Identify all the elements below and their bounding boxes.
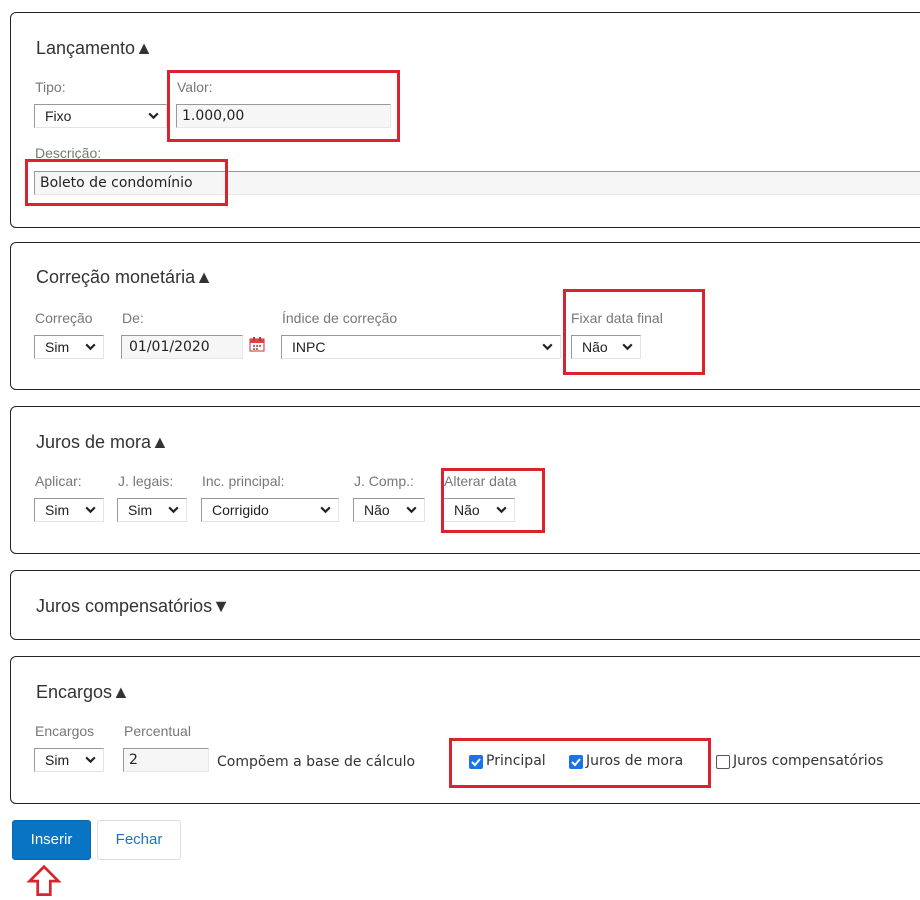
panel-title-juros-mora[interactable]: Juros de mora▲ (36, 432, 169, 453)
juros-comp-select-value: Não (364, 502, 390, 518)
juros-comp-select[interactable]: Não (353, 498, 425, 522)
chevron-down-icon (85, 343, 96, 351)
inc-principal-select[interactable]: Corrigido (201, 498, 339, 522)
panel-juros-compensatorios: Juros compensatórios▼ (10, 570, 920, 640)
aplicar-label: Aplicar: (35, 473, 82, 489)
calendar-icon[interactable] (249, 336, 265, 352)
correcao-select[interactable]: Sim (34, 335, 104, 359)
correcao-select-value: Sim (45, 339, 70, 355)
chevron-down-icon (320, 506, 331, 514)
encargos-select-value: Sim (45, 752, 70, 768)
fechar-button[interactable]: Fechar (97, 820, 181, 860)
base-calculo-text: Compõem a base de cálculo (217, 754, 416, 770)
aplicar-select-value: Sim (45, 502, 70, 518)
panel-title-correcao[interactable]: Correção monetária▲ (36, 267, 213, 288)
juros-compensatorios-checkbox[interactable] (716, 755, 730, 769)
juros-legais-select[interactable]: Sim (117, 498, 187, 522)
de-date-input[interactable]: 01/01/2020 (121, 335, 243, 359)
chevron-down-icon (168, 506, 179, 514)
up-arrow-outline-icon (26, 864, 62, 896)
chevron-down-icon (85, 506, 96, 514)
panel-correcao: Correção monetária▲ Correção Sim De: 01/… (10, 242, 920, 390)
highlight-alterar-data (441, 468, 545, 533)
panel-title-lancamento[interactable]: Lançamento▲ (36, 38, 153, 59)
highlight-checkboxes (449, 738, 711, 788)
correcao-label: Correção (35, 310, 93, 326)
inc-principal-label: Inc. principal: (202, 473, 285, 489)
tipo-label: Tipo: (35, 79, 66, 95)
indice-select[interactable]: INPC (281, 335, 561, 359)
highlight-descricao (25, 159, 228, 206)
juros-comp-label: J. Comp.: (354, 473, 414, 489)
juros-legais-select-value: Sim (128, 502, 153, 518)
inc-principal-select-value: Corrigido (212, 502, 269, 518)
chevron-down-icon (406, 506, 417, 514)
indice-label: Índice de correção (282, 310, 398, 326)
encargos-label: Encargos (35, 723, 95, 739)
indice-select-value: INPC (292, 339, 326, 355)
inserir-button[interactable]: Inserir (12, 820, 91, 860)
encargos-select[interactable]: Sim (34, 748, 104, 772)
aplicar-select[interactable]: Sim (34, 498, 104, 522)
highlight-fixar-data (563, 289, 705, 375)
chevron-down-icon (148, 112, 159, 120)
panel-title-juros-compensatorios[interactable]: Juros compensatórios▼ (36, 596, 230, 617)
percentual-input[interactable]: 2 (123, 748, 209, 772)
panel-title-encargos[interactable]: Encargos▲ (36, 682, 130, 703)
highlight-valor (167, 70, 400, 142)
de-label: De: (122, 310, 144, 326)
juros-legais-label: J. legais: (118, 473, 174, 489)
percentual-label: Percentual (124, 723, 191, 739)
tipo-select[interactable]: Fixo (34, 104, 167, 128)
chevron-down-icon (85, 756, 96, 764)
chevron-down-icon (542, 343, 553, 351)
juros-compensatorios-checkbox-label: Juros compensatórios (733, 753, 884, 769)
tipo-select-value: Fixo (45, 108, 72, 124)
